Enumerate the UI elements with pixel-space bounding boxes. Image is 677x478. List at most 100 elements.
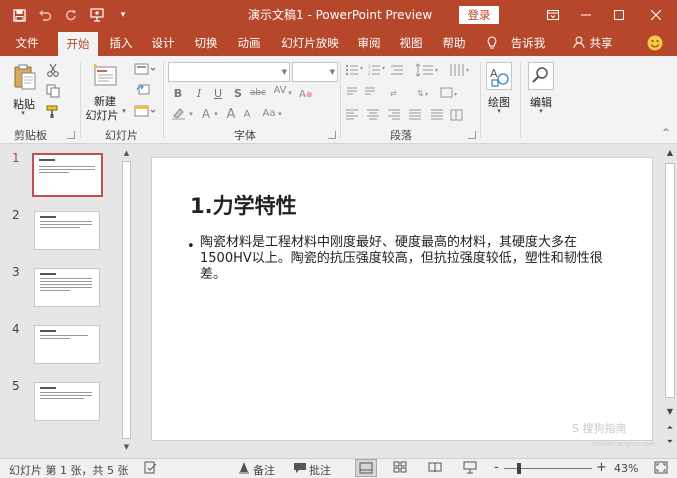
cut-icon[interactable] <box>45 62 61 78</box>
line-spacing-icon[interactable]: ▾ <box>414 62 442 78</box>
ribbon-display-options-icon[interactable] <box>537 0 569 30</box>
redo-icon[interactable] <box>58 0 84 30</box>
italic-icon[interactable]: I <box>193 86 205 100</box>
maximize-icon[interactable] <box>603 0 635 30</box>
section-icon[interactable] <box>133 104 157 118</box>
thumbnail-scrollbar[interactable]: ▲ ▼ <box>121 147 132 453</box>
next-slide-icon[interactable]: ⏷ <box>664 437 676 447</box>
zoom-in-button[interactable]: + <box>596 460 607 475</box>
drawing-dropdown-icon[interactable]: ▾ <box>494 107 504 115</box>
drawing-shapes-icon[interactable]: A <box>486 62 512 90</box>
reading-view-icon[interactable] <box>428 461 442 476</box>
customize-qat-icon[interactable]: ▾ <box>110 0 136 30</box>
scrollbar-thumb[interactable] <box>122 161 131 439</box>
clipboard-launcher-icon[interactable] <box>67 131 75 139</box>
tab-slideshow[interactable]: 幻灯片放映 <box>280 30 340 56</box>
underline-icon[interactable]: U <box>212 86 224 100</box>
share-person-icon[interactable] <box>572 30 586 56</box>
highlight-icon[interactable] <box>170 107 190 121</box>
paste-dropdown-icon[interactable]: ▾ <box>18 109 28 117</box>
slide-scrollbar[interactable]: ▲ ▼ ⏶ ⏷ <box>662 145 677 457</box>
watermark-url: zhinan.sogou.com <box>592 440 656 448</box>
slide-thumbnail-5[interactable] <box>34 382 100 421</box>
previous-slide-icon[interactable]: ⏶ <box>664 423 676 433</box>
notes-button[interactable]: 备注 <box>253 462 275 478</box>
tell-me-search[interactable]: 告诉我 <box>508 30 548 56</box>
columns-icon[interactable]: ▾ <box>448 62 474 78</box>
undo-icon[interactable] <box>32 0 58 30</box>
tab-view[interactable]: 视图 <box>398 30 424 56</box>
save-icon[interactable] <box>6 0 32 30</box>
font-size-combo[interactable]: ▼ <box>292 62 338 82</box>
new-slide-dropdown-icon[interactable]: ▾ <box>120 107 128 115</box>
scroll-down-icon[interactable]: ▼ <box>121 442 132 453</box>
slide-thumbnail-2[interactable] <box>34 211 100 250</box>
clear-formatting-icon[interactable]: A <box>298 86 314 100</box>
chevron-down-icon[interactable]: ▾ <box>277 108 283 120</box>
reset-slide-icon[interactable] <box>133 83 153 97</box>
comments-icon[interactable] <box>293 462 307 477</box>
tab-file[interactable]: 文件 <box>14 30 40 56</box>
scroll-up-icon[interactable]: ▲ <box>121 148 132 159</box>
spell-check-icon[interactable] <box>144 461 158 477</box>
strikethrough-icon[interactable]: abc <box>248 86 268 100</box>
alignment-icons[interactable] <box>345 107 467 123</box>
tab-transitions[interactable]: 切换 <box>193 30 219 56</box>
editing-dropdown-icon[interactable]: ▾ <box>536 107 546 115</box>
scroll-up-icon[interactable]: ▲ <box>664 148 676 158</box>
change-case-icon[interactable]: Aa <box>260 107 278 121</box>
slide-thumbnail-3[interactable] <box>34 268 100 307</box>
layout-icon[interactable] <box>133 62 157 76</box>
format-painter-icon[interactable] <box>45 104 61 120</box>
editing-find-icon[interactable] <box>528 62 554 90</box>
group-separator <box>163 62 164 138</box>
comments-button[interactable]: 批注 <box>309 462 331 478</box>
bullets-numbering-icons[interactable]: ▾ 1 2 ▾ <box>345 62 405 78</box>
collapse-ribbon-icon[interactable]: ^ <box>661 128 671 138</box>
minimize-icon[interactable] <box>570 0 602 30</box>
smiley-feedback-icon[interactable] <box>646 30 664 56</box>
lightbulb-icon[interactable] <box>485 30 499 56</box>
font-name-combo[interactable]: ▼ <box>168 62 290 82</box>
share-button[interactable]: 共享 <box>588 30 614 56</box>
slide-body-text[interactable]: 陶瓷材料是工程材料中刚度最好、硬度最高的材料，其硬度大多在1500HV以上。陶瓷… <box>200 235 620 283</box>
zoom-out-button[interactable]: - <box>494 460 499 475</box>
notes-icon[interactable] <box>238 461 250 477</box>
tab-insert[interactable]: 插入 <box>108 30 134 56</box>
chevron-down-icon[interactable]: ▾ <box>287 86 293 100</box>
fit-to-window-icon[interactable] <box>654 461 668 477</box>
copy-icon[interactable] <box>45 83 61 99</box>
paste-icon[interactable] <box>12 62 38 92</box>
font-launcher-icon[interactable] <box>328 131 336 139</box>
chevron-down-icon[interactable]: ▾ <box>213 108 219 120</box>
present-from-beginning-icon[interactable] <box>84 0 110 30</box>
slide-canvas[interactable]: 1.力学特性 • 陶瓷材料是工程材料中刚度最好、硬度最高的材料，其硬度大多在15… <box>151 157 653 441</box>
slide-thumbnail-1[interactable] <box>32 153 103 197</box>
scrollbar-thumb[interactable] <box>665 163 675 398</box>
slide-sorter-view-icon[interactable] <box>393 461 407 476</box>
text-direction-align-icons[interactable]: ⇄ ⇅ ▾ ▾ <box>345 85 475 101</box>
decrease-font-icon[interactable]: A <box>241 108 253 122</box>
close-icon[interactable] <box>640 0 672 30</box>
tab-review[interactable]: 审阅 <box>356 30 382 56</box>
tab-animations[interactable]: 动画 <box>236 30 262 56</box>
font-color-icon[interactable]: A <box>199 106 213 122</box>
zoom-slider-thumb[interactable] <box>517 463 521 474</box>
slide-title[interactable]: 1.力学特性 <box>190 190 297 220</box>
normal-view-icon[interactable] <box>355 459 377 477</box>
chevron-down-icon[interactable]: ▾ <box>188 108 194 120</box>
paragraph-launcher-icon[interactable] <box>468 131 476 139</box>
tab-help[interactable]: 帮助 <box>441 30 467 56</box>
tab-design[interactable]: 设计 <box>150 30 176 56</box>
bold-icon[interactable]: B <box>172 86 184 100</box>
slide-thumbnail-4[interactable] <box>34 325 100 364</box>
new-slide-icon[interactable] <box>91 60 119 90</box>
slideshow-view-icon[interactable] <box>463 461 477 477</box>
increase-font-icon[interactable]: A <box>224 106 238 122</box>
new-slide-label-2[interactable]: 幻灯片 <box>84 107 120 123</box>
scroll-down-icon[interactable]: ▼ <box>664 407 676 417</box>
zoom-level[interactable]: 43% <box>614 462 638 475</box>
shadow-icon[interactable]: S <box>232 86 244 100</box>
tab-home[interactable]: 开始 <box>58 32 98 56</box>
login-button[interactable]: 登录 <box>459 6 499 24</box>
